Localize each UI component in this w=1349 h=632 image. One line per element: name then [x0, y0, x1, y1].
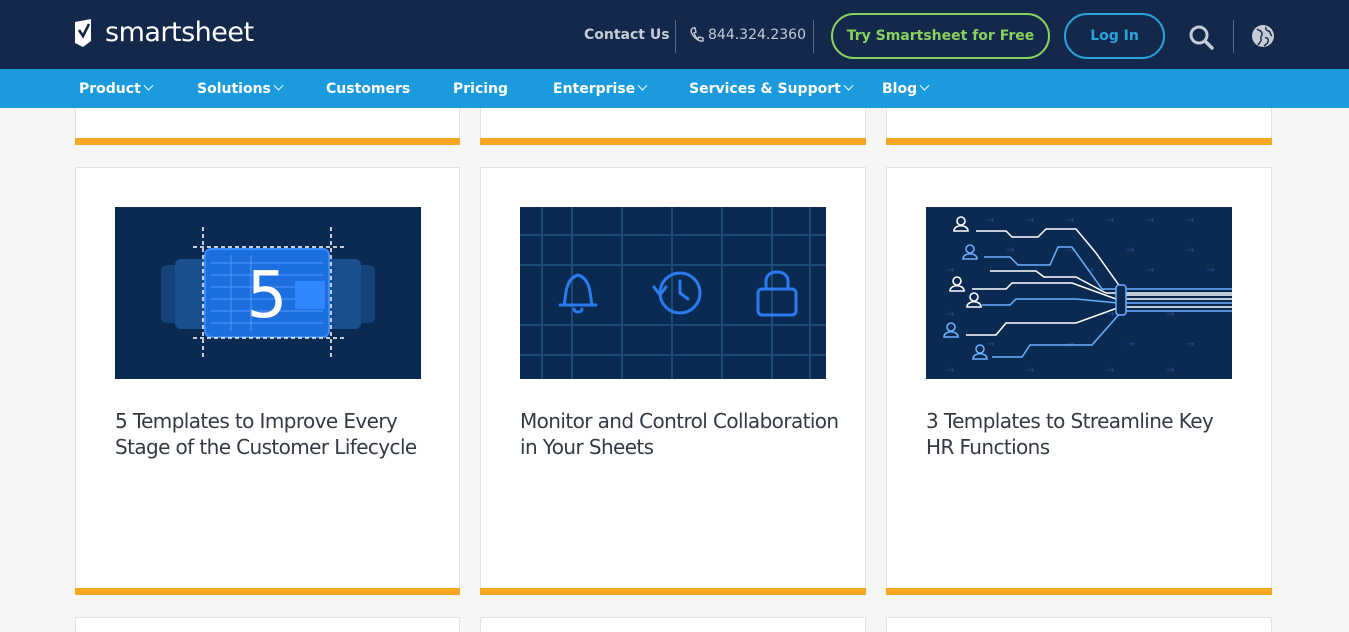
nav-services-support[interactable]: Services & Support: [689, 69, 854, 108]
svg-text:→: →: [1206, 265, 1214, 276]
chevron-down-icon: [143, 80, 154, 91]
hr-network-illustration: → → → → → → → → → → → → → → → → → → → → → → → → →: [943, 215, 1232, 376]
divider: [675, 20, 676, 53]
svg-text:→: →: [1006, 245, 1014, 256]
card-partial[interactable]: [480, 108, 866, 145]
card-partial[interactable]: [886, 108, 1272, 145]
templates-illustration: 5: [161, 227, 375, 359]
card-accent-bar: [886, 588, 1272, 595]
bell-icon: [558, 273, 598, 307]
nav-customers[interactable]: Customers: [326, 69, 410, 108]
card-title[interactable]: 5 Templates to Improve Every Stage of th…: [115, 408, 435, 460]
chevron-down-icon: [919, 80, 930, 91]
smartsheet-logo[interactable]: smartsheet: [75, 18, 254, 48]
chevron-down-icon: [637, 80, 648, 91]
card-partial[interactable]: [886, 617, 1272, 632]
nav-item-label: Customers: [326, 80, 411, 97]
svg-text:→: →: [986, 339, 994, 350]
nav-pricing[interactable]: Pricing: [453, 69, 508, 108]
nav-item-label: Solutions: [197, 80, 271, 97]
svg-text:→: →: [1066, 215, 1074, 226]
card-partial[interactable]: [480, 617, 866, 632]
svg-text:→: →: [1186, 215, 1194, 226]
svg-text:→: →: [1166, 365, 1174, 376]
svg-text:→: →: [1086, 265, 1094, 276]
card-accent-bar: [75, 588, 460, 595]
lock-icon: [756, 287, 798, 317]
svg-text:→: →: [986, 215, 994, 226]
divider: [813, 20, 814, 53]
card-accent-bar: [480, 588, 866, 595]
try-for-free-button[interactable]: Try Smartsheet for Free: [831, 13, 1050, 59]
svg-text:→: →: [1126, 245, 1134, 256]
svg-text:→: →: [1146, 265, 1154, 276]
globe-icon[interactable]: [1251, 24, 1275, 48]
svg-text:→: →: [1026, 365, 1034, 376]
svg-text:→: →: [1186, 245, 1194, 256]
chevron-down-icon: [843, 80, 854, 91]
nav-solutions[interactable]: Solutions: [197, 69, 284, 108]
card-partial[interactable]: [75, 108, 460, 145]
collaboration-illustration: [520, 207, 826, 379]
card-image-collaboration[interactable]: [520, 207, 826, 379]
nav-item-label: Product: [79, 80, 141, 97]
top-header: smartsheet Contact Us 844.324.2360 Try S…: [0, 0, 1349, 69]
article-card[interactable]: → → → → → → → → → → → → → → → → → → → → → → → → →: [886, 167, 1272, 595]
phone-link[interactable]: 844.324.2360: [690, 27, 806, 43]
nav-enterprise[interactable]: Enterprise: [553, 69, 648, 108]
svg-text:→: →: [1126, 339, 1134, 350]
card-accent-bar: [886, 138, 1272, 145]
phone-number: 844.324.2360: [708, 27, 806, 43]
article-card[interactable]: Monitor and Control Collaboration in You…: [480, 167, 866, 595]
five-digit: 5: [247, 259, 288, 333]
svg-text:→: →: [1186, 339, 1194, 350]
card-accent-bar: [480, 138, 866, 145]
card-accent-bar: [75, 138, 460, 145]
smartsheet-logo-mark-icon: [75, 19, 91, 47]
search-icon[interactable]: [1188, 24, 1214, 50]
nav-item-label: Enterprise: [553, 80, 636, 97]
card-image-templates[interactable]: 5: [115, 207, 421, 379]
svg-text:→: →: [946, 309, 954, 320]
nav-item-label: Blog: [882, 80, 918, 97]
chevron-down-icon: [273, 80, 284, 91]
nav-product[interactable]: Product: [79, 69, 154, 108]
svg-text:→: →: [946, 365, 954, 376]
card-partial[interactable]: [75, 617, 460, 632]
divider: [1233, 20, 1234, 53]
svg-text:→: →: [1146, 215, 1154, 226]
log-in-button[interactable]: Log In: [1064, 13, 1165, 59]
svg-text:→: →: [1106, 215, 1114, 226]
nav-blog[interactable]: Blog: [882, 69, 930, 108]
svg-text:→: →: [1026, 215, 1034, 226]
svg-text:→: →: [1106, 365, 1114, 376]
logo-text: smartsheet: [105, 17, 254, 48]
svg-text:→: →: [946, 265, 954, 276]
phone-icon: [690, 27, 704, 42]
nav-item-label: Services & Support: [689, 80, 841, 97]
card-title[interactable]: 3 Templates to Streamline Key HR Functio…: [926, 408, 1246, 460]
article-card[interactable]: 5 5 Templates to Improve Every Stage of …: [75, 167, 460, 595]
nav-item-label: Pricing: [453, 80, 509, 97]
card-image-hr[interactable]: → → → → → → → → → → → → → → → → → → → → → → → → →: [926, 207, 1232, 379]
card-title[interactable]: Monitor and Control Collaboration in You…: [520, 408, 840, 460]
contact-us-link[interactable]: Contact Us: [584, 27, 670, 43]
main-nav: Product Solutions Customers Pricing Ente…: [0, 69, 1349, 108]
